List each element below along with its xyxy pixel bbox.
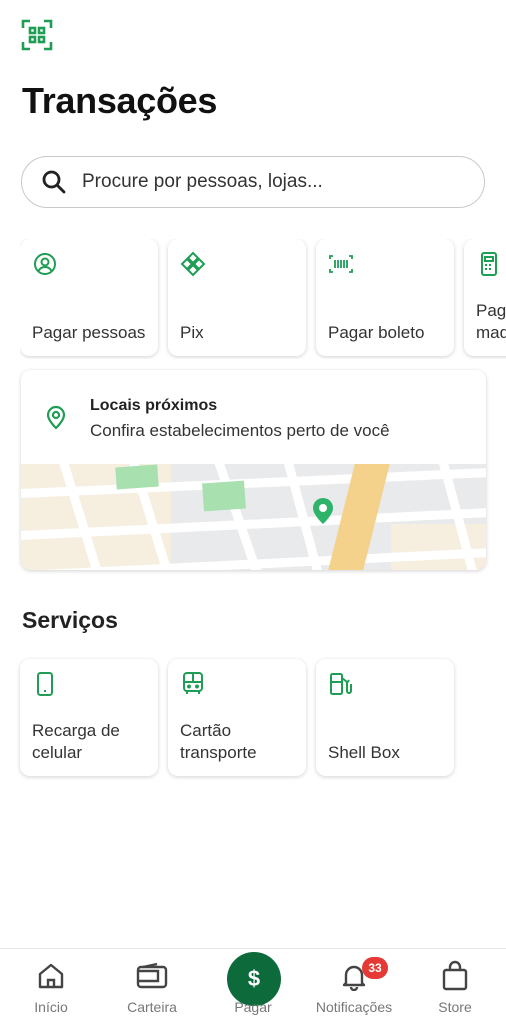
barcode-icon	[328, 251, 354, 277]
map-preview	[21, 464, 486, 570]
phone-recharge-card[interactable]: Recarga de celular	[20, 659, 158, 776]
nav-pay-label: Pagar	[234, 999, 272, 1015]
notification-count-badge: 33	[362, 957, 388, 979]
wallet-icon	[104, 959, 200, 993]
qr-code-icon	[21, 19, 53, 51]
phone-recharge-label: Recarga de celular	[32, 721, 120, 762]
phone-icon	[32, 671, 58, 697]
transport-card-label: Cartão transporte	[180, 721, 257, 762]
pay-people-label: Pagar pessoas	[32, 323, 146, 342]
pay-card-machine-card[interactable]: Pagar maquininha	[464, 239, 506, 356]
pay-card-machine-label: Pagar maquininha	[476, 301, 506, 342]
nav-store-label: Store	[438, 999, 472, 1015]
services-title: Serviços	[22, 607, 118, 633]
user-circle-icon	[32, 251, 58, 277]
services-row: Recarga de celular Cartão transporte She…	[20, 659, 506, 779]
pay-bill-card[interactable]: Pagar boleto	[316, 239, 454, 356]
search-input[interactable]	[82, 171, 442, 193]
card-machine-icon	[476, 251, 502, 277]
home-icon	[3, 959, 99, 993]
nav-pay[interactable]: $ Pagar	[205, 952, 301, 1021]
search-icon	[40, 168, 68, 196]
pay-bill-label: Pagar boleto	[328, 323, 425, 342]
bottom-navigation: Início Carteira $ Pagar Notificações Sto…	[0, 948, 506, 1024]
location-pin-icon	[46, 405, 66, 430]
bus-icon	[180, 671, 206, 697]
pix-card[interactable]: Pix	[168, 239, 306, 356]
nearby-places-card[interactable]: Locais próximos Confira estabelecimentos…	[21, 370, 486, 570]
shell-box-card[interactable]: Shell Box	[316, 659, 454, 776]
transport-card-card[interactable]: Cartão transporte	[168, 659, 306, 776]
nearby-subtitle: Confira estabelecimentos perto de você	[90, 421, 390, 440]
pay-people-card[interactable]: Pagar pessoas	[20, 239, 158, 356]
dollar-icon: $	[227, 952, 281, 1006]
nav-home[interactable]: Início	[3, 959, 99, 1021]
pix-label: Pix	[180, 323, 204, 342]
nav-wallet-label: Carteira	[127, 999, 177, 1015]
nav-store[interactable]: Store	[407, 959, 503, 1021]
nav-home-label: Início	[34, 999, 68, 1015]
qr-scan-button[interactable]	[20, 18, 54, 52]
page-title: Transações	[22, 80, 218, 121]
shopping-bag-icon	[407, 959, 503, 993]
nav-wallet[interactable]: Carteira	[104, 959, 200, 1021]
nearby-title: Locais próximos	[90, 397, 218, 414]
nav-notifications-label: Notificações	[315, 999, 393, 1015]
fuel-pump-icon	[328, 671, 354, 697]
search-bar[interactable]	[21, 156, 485, 208]
pix-icon	[180, 251, 206, 277]
quick-actions-row: Pagar pessoas Pix Pagar boleto Pagar maq…	[20, 239, 506, 359]
shell-box-label: Shell Box	[328, 743, 400, 762]
